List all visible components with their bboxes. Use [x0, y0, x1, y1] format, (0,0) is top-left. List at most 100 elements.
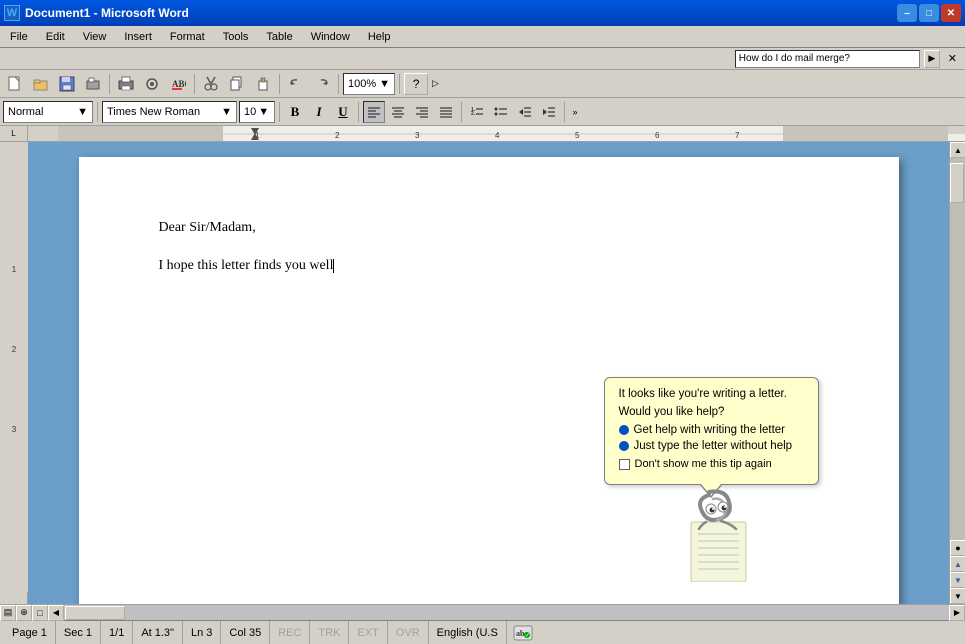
- svg-text:5: 5: [575, 131, 580, 140]
- menu-edit[interactable]: Edit: [38, 29, 73, 45]
- select-browse-object-button[interactable]: ●: [950, 540, 965, 556]
- scroll-thumb[interactable]: [950, 163, 964, 203]
- clippy-container: It looks like you're writing a letter. W…: [604, 377, 819, 567]
- maximize-button[interactable]: □: [919, 4, 939, 22]
- status-col: Col 35: [221, 621, 270, 644]
- align-justify-button[interactable]: [435, 101, 457, 123]
- fax-button[interactable]: [81, 73, 105, 95]
- horizontal-scroll-thumb[interactable]: [65, 606, 125, 620]
- status-spelling-icon[interactable]: abc ✓: [507, 625, 539, 641]
- zoom-control[interactable]: 100% ▼: [343, 73, 395, 95]
- align-left-button[interactable]: [363, 101, 385, 123]
- ruler: L 1 2 3 4 5 6 7: [0, 126, 965, 142]
- help-go-button[interactable]: ▶: [924, 50, 940, 68]
- option1-label: Get help with writing the letter: [634, 424, 786, 436]
- option2-label: Just type the letter without help: [634, 440, 793, 452]
- minimize-button[interactable]: –: [897, 4, 917, 22]
- scroll-right-button[interactable]: ▶: [949, 605, 965, 621]
- clippy-option2[interactable]: Just type the letter without help: [619, 440, 804, 452]
- align-center-button[interactable]: [387, 101, 409, 123]
- document-content[interactable]: Dear Sir/Madam, I hope this letter finds…: [159, 217, 819, 278]
- styles-dropdown[interactable]: Normal ▼: [3, 101, 93, 123]
- next-page-button[interactable]: ▼: [950, 572, 965, 588]
- font-dropdown[interactable]: Times New Roman ▼: [102, 101, 237, 123]
- app-icon: W: [4, 5, 20, 21]
- fmt-sep-3: [358, 102, 359, 122]
- main-toolbar: ABC 100% ▼ ? ▷: [0, 70, 965, 98]
- preview-button[interactable]: [140, 73, 164, 95]
- spell-button[interactable]: ABC: [166, 73, 190, 95]
- align-right-button[interactable]: [411, 101, 433, 123]
- status-bar: Page 1 Sec 1 1/1 At 1.3" Ln 3 Col 35 REC…: [0, 620, 965, 644]
- undo-button[interactable]: [284, 73, 308, 95]
- numbering-button[interactable]: 1.2.: [466, 101, 488, 123]
- zoom-dropdown-icon[interactable]: ▼: [379, 78, 390, 90]
- menu-tools[interactable]: Tools: [215, 29, 257, 45]
- menu-format[interactable]: Format: [162, 29, 213, 45]
- menu-insert[interactable]: Insert: [116, 29, 160, 45]
- dont-show-checkbox[interactable]: [619, 459, 630, 470]
- status-sec: Sec 1: [56, 621, 101, 644]
- underline-button[interactable]: U: [332, 101, 354, 123]
- help-search-input[interactable]: [735, 50, 920, 68]
- help-button[interactable]: ?: [404, 73, 428, 95]
- save-button[interactable]: [55, 73, 79, 95]
- menu-window[interactable]: Window: [303, 29, 358, 45]
- decrease-indent-button[interactable]: [514, 101, 536, 123]
- status-trk: TRK: [310, 621, 349, 644]
- formatting-toolbar: Normal ▼ Times New Roman ▼ 10 ▼ B I U 1.…: [0, 98, 965, 126]
- cut-button[interactable]: [199, 73, 223, 95]
- web-view-button[interactable]: ⊕: [16, 605, 32, 621]
- normal-view-button[interactable]: ▤: [0, 605, 16, 621]
- redo-button[interactable]: [310, 73, 334, 95]
- vertical-scrollbar: ▲ ● ▲ ▼ ▼: [949, 142, 965, 604]
- fmt-sep-2: [279, 102, 280, 122]
- menu-help[interactable]: Help: [360, 29, 399, 45]
- print-view-button[interactable]: □: [32, 605, 48, 621]
- scroll-left-button[interactable]: ◀: [48, 605, 64, 621]
- print-button[interactable]: [114, 73, 138, 95]
- toolbar-sep-1: [109, 74, 110, 94]
- svg-text:7: 7: [735, 131, 740, 140]
- menu-file[interactable]: File: [2, 29, 36, 45]
- toolbar-expand-icon[interactable]: ▷: [432, 78, 439, 89]
- dont-show-label: Don't show me this tip again: [635, 458, 772, 470]
- horizontal-scroll-track: [64, 605, 949, 620]
- italic-button[interactable]: I: [308, 101, 330, 123]
- toolbar-sep-2: [194, 74, 195, 94]
- svg-text:4: 4: [495, 131, 500, 140]
- toolbar-more-button[interactable]: »: [569, 101, 581, 123]
- font-name: Times New Roman: [107, 106, 200, 118]
- open-button[interactable]: [29, 73, 53, 95]
- bold-button[interactable]: B: [284, 101, 306, 123]
- bullets-button[interactable]: [490, 101, 512, 123]
- copy-button[interactable]: [225, 73, 249, 95]
- status-page-count: 1/1: [101, 621, 133, 644]
- document-area[interactable]: Dear Sir/Madam, I hope this letter finds…: [28, 142, 949, 604]
- help-bar: ▶ ✕: [0, 48, 965, 70]
- scroll-down-button[interactable]: ▼: [950, 588, 965, 604]
- prev-page-button[interactable]: ▲: [950, 556, 965, 572]
- window-controls: – □ ✕: [897, 4, 961, 22]
- status-ext: EXT: [349, 621, 387, 644]
- paste-button[interactable]: [251, 73, 275, 95]
- help-close-button[interactable]: ✕: [944, 52, 961, 65]
- menu-view[interactable]: View: [75, 29, 115, 45]
- fmt-sep-4: [461, 102, 462, 122]
- window-title: Document1 - Microsoft Word: [25, 6, 189, 20]
- fmt-sep-1: [97, 102, 98, 122]
- font-size-dropdown[interactable]: 10 ▼: [239, 101, 275, 123]
- font-size: 10: [244, 106, 256, 118]
- clippy-option1[interactable]: Get help with writing the letter: [619, 424, 804, 436]
- status-page: Page 1: [4, 621, 56, 644]
- increase-indent-button[interactable]: [538, 101, 560, 123]
- bubble-line1: It looks like you're writing a letter.: [619, 388, 804, 400]
- scroll-up-button[interactable]: ▲: [950, 142, 965, 158]
- menu-table[interactable]: Table: [258, 29, 300, 45]
- close-button[interactable]: ✕: [941, 4, 961, 22]
- toolbar-sep-4: [338, 74, 339, 94]
- status-lang: English (U.S: [429, 621, 507, 644]
- status-rec: REC: [270, 621, 310, 644]
- clippy-checkbox-option[interactable]: Don't show me this tip again: [619, 458, 804, 470]
- new-button[interactable]: [3, 73, 27, 95]
